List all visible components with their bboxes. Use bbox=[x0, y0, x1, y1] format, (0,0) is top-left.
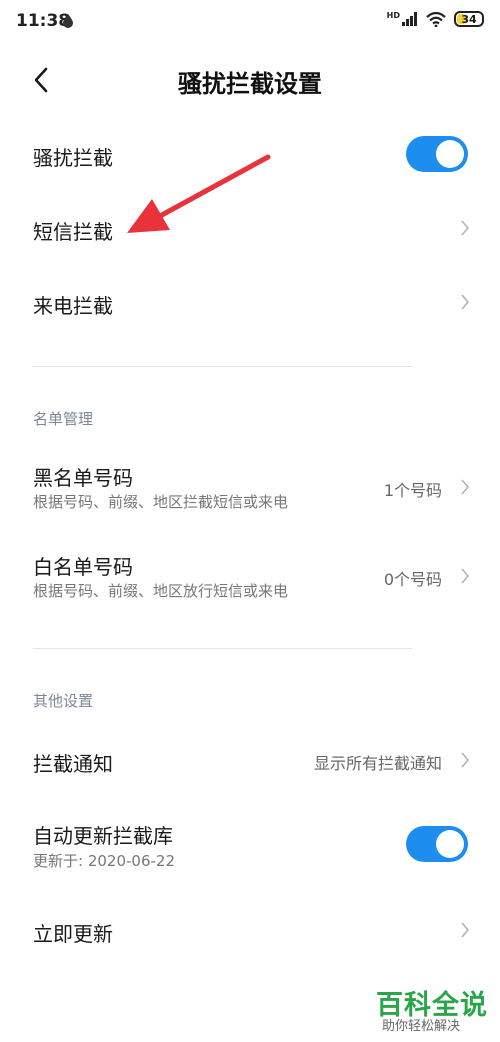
harassment-block-row[interactable]: 骚扰拦截 bbox=[0, 120, 500, 190]
chevron-right-icon bbox=[461, 922, 470, 938]
auto-update-label: 自动更新拦截库 bbox=[33, 824, 173, 848]
other-settings-header: 其他设置 bbox=[33, 692, 94, 710]
blacklist-row[interactable]: 黑名单号码 根据号码、前缀、地区拦截短信或来电 1个号码 bbox=[0, 452, 500, 522]
blacklist-subtitle: 根据号码、前缀、地区拦截短信或来电 bbox=[33, 493, 289, 511]
blacklist-count: 1个号码 bbox=[383, 481, 442, 500]
whitelist-row[interactable]: 白名单号码 根据号码、前缀、地区放行短信或来电 0个号码 bbox=[0, 540, 500, 610]
list-management-header: 名单管理 bbox=[33, 410, 94, 428]
watermark-tagline: 助你轻松解决 bbox=[382, 1019, 461, 1034]
whitelist-count: 0个号码 bbox=[383, 570, 442, 589]
chevron-right-icon bbox=[461, 752, 470, 768]
battery-icon: 34 bbox=[454, 11, 484, 27]
toggle-knob bbox=[436, 830, 464, 858]
blacklist-label: 黑名单号码 bbox=[33, 466, 133, 490]
auto-update-toggle[interactable] bbox=[406, 826, 468, 862]
header: 骚扰拦截设置 bbox=[0, 50, 500, 110]
chevron-right-icon bbox=[461, 568, 470, 584]
signal-icon bbox=[402, 12, 417, 26]
section-divider bbox=[33, 366, 412, 367]
chevron-right-icon bbox=[461, 479, 470, 495]
harassment-block-label: 骚扰拦截 bbox=[33, 146, 113, 170]
page-title: 骚扰拦截设置 bbox=[178, 70, 322, 98]
toggle-knob bbox=[436, 140, 464, 168]
wifi-icon bbox=[426, 11, 446, 27]
hd-badge: HD bbox=[386, 10, 400, 20]
whitelist-label: 白名单号码 bbox=[33, 555, 133, 579]
block-notification-label: 拦截通知 bbox=[33, 752, 113, 776]
call-block-row[interactable]: 来电拦截 bbox=[0, 266, 500, 336]
whitelist-subtitle: 根据号码、前缀、地区放行短信或来电 bbox=[33, 582, 289, 600]
sms-block-label: 短信拦截 bbox=[33, 220, 113, 244]
status-bar: 11:38 HD 34 bbox=[0, 0, 500, 44]
battery-level: 34 bbox=[461, 12, 477, 26]
block-notification-value: 显示所有拦截通知 bbox=[313, 754, 442, 773]
auto-update-subtitle: 更新于: 2020-06-22 bbox=[33, 852, 175, 870]
sms-block-row[interactable]: 短信拦截 bbox=[0, 192, 500, 262]
call-block-label: 来电拦截 bbox=[33, 294, 113, 318]
status-icons: HD 34 bbox=[387, 11, 484, 27]
water-drop-icon bbox=[63, 14, 73, 28]
harassment-block-toggle[interactable] bbox=[406, 136, 468, 172]
auto-update-row[interactable]: 自动更新拦截库 更新于: 2020-06-22 bbox=[0, 812, 500, 882]
chevron-right-icon bbox=[461, 220, 470, 236]
update-now-row[interactable]: 立即更新 bbox=[0, 896, 500, 966]
chevron-right-icon bbox=[461, 294, 470, 310]
update-now-label: 立即更新 bbox=[33, 922, 113, 946]
block-notification-row[interactable]: 拦截通知 显示所有拦截通知 bbox=[0, 724, 500, 794]
section-divider bbox=[33, 648, 412, 649]
